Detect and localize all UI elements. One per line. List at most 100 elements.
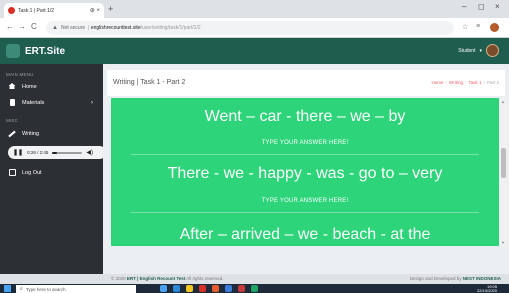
powerpoint-icon[interactable] [238, 285, 245, 292]
breadcrumb-separator: › [483, 80, 485, 85]
breadcrumb-current: Part 2 [486, 80, 499, 85]
footer-copyright: © 2020 ERT | English Recount Test All ri… [111, 276, 224, 281]
sidebar-item-label: Log Out [22, 170, 42, 176]
logo-icon [6, 44, 20, 58]
audio-time: 0:26 / 2:45 [27, 150, 49, 155]
volume-icon[interactable]: ◀) [86, 149, 93, 156]
tab-title: Task 1 | Part 1/2 [18, 7, 55, 14]
maximize-button[interactable]: ◻ [478, 2, 485, 11]
task-view-icon[interactable] [160, 285, 167, 292]
browser-tab-strip: Task 1 | Part 1/2 ⊕ × + – ◻ × [0, 0, 509, 18]
avatar [486, 44, 499, 57]
search-icon: ⌕ [20, 286, 23, 292]
security-label: Not secure [60, 25, 86, 31]
sidebar-item-logout[interactable]: Log Out [0, 166, 103, 180]
document-icon [8, 99, 16, 107]
home-icon [8, 83, 16, 91]
bookmark-star-icon[interactable]: ☆ [462, 23, 468, 31]
copyright-brand[interactable]: ERT | English Recount Test [127, 276, 185, 281]
answer-input-1[interactable]: TYPE YOUR ANSWER HERE! [111, 140, 499, 146]
sidebar-item-label: Writing [22, 131, 40, 137]
divider [131, 154, 479, 155]
chevron-right-icon: › [91, 100, 93, 106]
breadcrumb-home[interactable]: Home [432, 80, 444, 85]
misc-heading: MISC [6, 118, 19, 123]
system-clock[interactable]: 19:05 22/10/2020 [477, 285, 497, 293]
breadcrumb: Home › Writing › Task 1 › Part 2 [432, 80, 499, 85]
user-menu[interactable]: Student ▾ [458, 44, 499, 57]
sidebar-item-label: Materials [22, 100, 45, 106]
pen-icon [8, 130, 16, 138]
scroll-up-icon[interactable]: ▲ [501, 99, 505, 104]
footer-credit: Design and Developed by NEST INDONESIA [410, 276, 501, 281]
audio-seek-bar[interactable] [52, 151, 83, 154]
scrollbar-thumb[interactable] [501, 148, 506, 178]
footer: © 2020 ERT | English Recount Test All ri… [107, 274, 509, 282]
pause-button[interactable]: ❚❚ [13, 149, 23, 156]
sidebar-item-label: Home [22, 84, 37, 90]
copyright-year: © 2020 [111, 276, 126, 281]
audio-progress-fill [52, 151, 58, 154]
breadcrumb-writing[interactable]: Writing [449, 80, 463, 85]
url-domain: englishrecounttest.site [90, 25, 141, 31]
tab-close-button[interactable]: ⊕ × [90, 7, 100, 14]
browser-tab[interactable]: Task 1 | Part 1/2 ⊕ × [4, 3, 104, 18]
favicon-icon [8, 7, 15, 14]
user-name: Student [458, 47, 476, 54]
new-tab-button[interactable]: + [108, 3, 113, 15]
minimize-button[interactable]: – [462, 2, 466, 11]
copyright-suffix: All rights reserved. [186, 276, 224, 281]
scrollbar[interactable]: ▲ ▼ [500, 98, 507, 246]
page-header: Writing | Task 1 - Part 2 Home › Writing › T… [107, 70, 505, 96]
back-button[interactable]: ← [6, 22, 14, 31]
credit-prefix: Design and Developed by [409, 276, 462, 281]
main-content: Writing | Task 1 - Part 2 Home › Writing › T… [103, 64, 509, 281]
screen: Task 1 | Part 1/2 ⊕ × + – ◻ × ← → C ▲ No… [0, 0, 509, 293]
search-placeholder: Type here to search [25, 286, 66, 292]
divider [131, 212, 479, 213]
audio-player: ❚❚ 0:26 / 2:45 ◀) [8, 146, 106, 159]
caret-down-icon: ▾ [479, 47, 482, 54]
extensions-icon[interactable]: ≡ [476, 23, 480, 30]
question-sentence-2: There - we - happy - was - go to – very [167, 165, 443, 182]
url-input[interactable]: ▲ Not secure | englishrecounttest.site/u… [46, 21, 454, 35]
breadcrumb-separator: › [464, 80, 467, 85]
scroll-down-icon[interactable]: ▼ [501, 240, 505, 245]
chrome-icon[interactable] [199, 285, 206, 292]
sidebar-item-materials[interactable]: Materials › [0, 96, 103, 110]
question-panel: Went – car - there – we – by TYPE YOUR A… [111, 98, 499, 246]
page-title: Writing | Task 1 - Part 2 [113, 79, 186, 86]
brand-name: ERT.Site [25, 45, 66, 57]
profile-avatar[interactable] [490, 23, 499, 32]
question-sentence-1: Went – car - there – we – by [204, 108, 406, 125]
windows-start-icon[interactable] [4, 285, 11, 292]
breadcrumb-separator: › [445, 80, 448, 85]
edge-icon[interactable] [173, 285, 180, 292]
taskbar-apps [160, 285, 258, 292]
sidebar-item-writing[interactable]: Writing [0, 127, 103, 141]
excel-icon[interactable] [251, 285, 258, 292]
taskbar-search[interactable]: ⌕ Type here to search [16, 285, 136, 293]
taskbar: ⌕ Type here to search 19:05 22/10/2020 [0, 284, 509, 293]
main-menu-heading: MAIN MENU [6, 72, 34, 77]
address-bar-row: ← → C ▲ Not secure | englishrecounttest.… [0, 18, 509, 38]
credit-brand[interactable]: NEST INDONESIA [463, 276, 501, 281]
sidebar: MAIN MENU Home Materials › MISC Writing … [0, 64, 103, 274]
close-window-button[interactable]: × [495, 2, 500, 11]
brand[interactable]: ERT.Site [6, 44, 65, 58]
forward-button[interactable]: → [18, 22, 26, 31]
question-sentence-3: After – arrived – we - beach - at the [179, 226, 431, 243]
breadcrumb-task[interactable]: Task 1 [468, 80, 481, 85]
app-header: ERT.Site Student ▾ [0, 38, 509, 64]
file-explorer-icon[interactable] [186, 285, 193, 292]
url-path: /user/writing/task/1/part/1/2 [140, 25, 201, 31]
app-icon[interactable] [212, 285, 219, 292]
warning-icon: ▲ [52, 25, 58, 31]
sidebar-item-home[interactable]: Home [0, 80, 103, 94]
url-text: | englishrecounttest.site/user/writing/t… [88, 25, 201, 31]
answer-input-2[interactable]: TYPE YOUR ANSWER HERE! [111, 198, 499, 204]
logout-icon [8, 169, 16, 177]
clock-date: 22/10/2020 [476, 288, 497, 293]
word-icon[interactable] [225, 285, 232, 292]
reload-button[interactable]: C [31, 22, 37, 31]
